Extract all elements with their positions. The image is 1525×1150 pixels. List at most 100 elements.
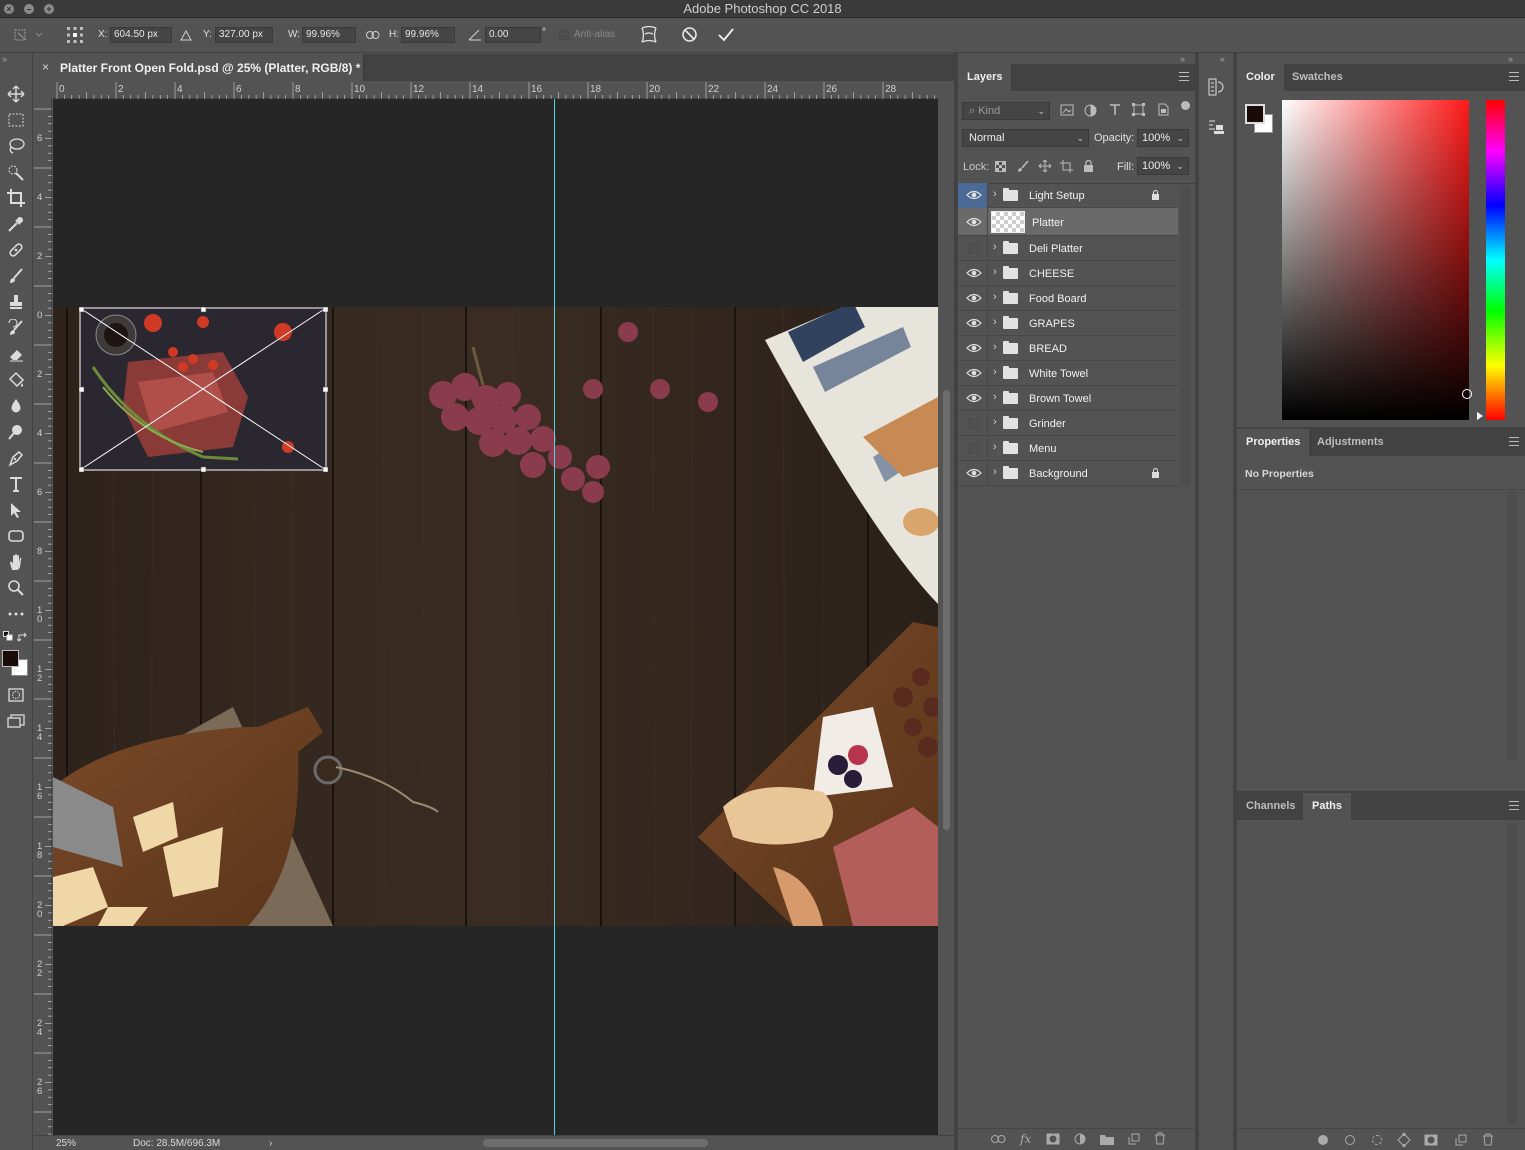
document-tab[interactable]: × Platter Front Open Fold.psd @ 25% (Pla…: [34, 54, 364, 81]
layer-name[interactable]: Food Board: [1029, 293, 1086, 305]
marquee-tool-icon[interactable]: [5, 109, 27, 131]
eraser-tool-icon[interactable]: [5, 343, 27, 365]
layer-row[interactable]: › Menu: [958, 436, 1178, 461]
quick-selection-tool-icon[interactable]: [5, 161, 27, 183]
zoom-tool-icon[interactable]: [5, 577, 27, 599]
color-panel-menu-icon[interactable]: [1509, 72, 1519, 81]
layer-filter-dropdown[interactable]: ⌕ Kind ⌄: [962, 102, 1050, 120]
fill-field[interactable]: 100% ⌄: [1137, 157, 1189, 175]
visibility-toggle[interactable]: [958, 336, 988, 361]
expand-group-chevron-icon[interactable]: ›: [993, 391, 997, 403]
brush-tool-icon[interactable]: [5, 265, 27, 287]
eye-icon[interactable]: [966, 317, 982, 329]
expand-group-chevron-icon[interactable]: ›: [993, 366, 997, 378]
filter-shape-icon[interactable]: [1132, 103, 1145, 116]
horizontal-scroll-thumb[interactable]: [483, 1139, 708, 1147]
eye-icon[interactable]: [966, 216, 982, 228]
expand-group-chevron-icon[interactable]: ›: [993, 466, 997, 478]
hidden-visibility-box[interactable]: [968, 443, 979, 454]
delete-layer-icon[interactable]: [1154, 1132, 1166, 1145]
expand-group-chevron-icon[interactable]: ›: [993, 316, 997, 328]
height-field[interactable]: 99.96%: [401, 27, 455, 43]
new-adjustment-layer-icon[interactable]: [1074, 1133, 1086, 1145]
vertical-ruler[interactable]: 64202468101214161820222426: [34, 99, 52, 1135]
layer-name[interactable]: Menu: [1029, 443, 1057, 455]
tab-adjustments[interactable]: Adjustments: [1308, 429, 1393, 456]
commit-transform-icon[interactable]: [717, 27, 735, 42]
lock-pixels-icon[interactable]: [1017, 160, 1029, 173]
document-canvas[interactable]: [53, 307, 938, 926]
warp-icon[interactable]: [640, 25, 658, 45]
screen-mode-icon[interactable]: [5, 710, 27, 732]
transform-tool-icon[interactable]: [14, 28, 44, 42]
visibility-toggle[interactable]: [958, 208, 988, 236]
make-work-path-icon[interactable]: [1397, 1133, 1411, 1147]
move-tool-icon[interactable]: [5, 83, 27, 105]
tab-swatches[interactable]: Swatches: [1283, 64, 1352, 91]
close-document-icon[interactable]: ×: [42, 60, 49, 74]
fill-path-icon[interactable]: [1318, 1135, 1328, 1145]
status-menu-arrow[interactable]: ›: [269, 1138, 272, 1149]
visibility-toggle[interactable]: [958, 411, 988, 436]
visibility-toggle[interactable]: [958, 286, 988, 311]
properties-scrollbar[interactable]: [1507, 491, 1517, 761]
visibility-toggle[interactable]: [958, 461, 988, 486]
layer-row[interactable]: › CHEESE: [958, 261, 1178, 286]
visibility-toggle[interactable]: [958, 436, 988, 461]
tab-layers[interactable]: Layers: [958, 64, 1012, 91]
swap-colors-icon[interactable]: [17, 632, 29, 643]
expand-group-chevron-icon[interactable]: ›: [993, 241, 997, 253]
healing-brush-tool-icon[interactable]: [5, 239, 27, 261]
visibility-toggle[interactable]: [958, 311, 988, 336]
expand-group-chevron-icon[interactable]: ›: [993, 291, 997, 303]
angle-icon[interactable]: [468, 29, 482, 41]
tab-paths[interactable]: Paths: [1303, 793, 1351, 820]
antialias-checkbox[interactable]: [559, 30, 569, 40]
layer-name[interactable]: BREAD: [1029, 343, 1067, 355]
eye-icon[interactable]: [966, 189, 982, 201]
path-selection-tool-icon[interactable]: [5, 499, 27, 521]
default-colors-icon[interactable]: [3, 631, 15, 643]
collapse-toolbar-icon[interactable]: »: [2, 54, 7, 64]
expand-group-chevron-icon[interactable]: ›: [993, 416, 997, 428]
stroke-path-icon[interactable]: [1345, 1135, 1355, 1145]
more-tools-icon[interactable]: [5, 603, 27, 625]
vertical-guide[interactable]: [554, 99, 555, 1135]
transform-bounding-box[interactable]: [79, 307, 328, 472]
layer-name[interactable]: GRAPES: [1029, 318, 1075, 330]
reference-point-icon[interactable]: [66, 26, 84, 44]
eye-icon[interactable]: [966, 292, 982, 304]
layer-row[interactable]: › Food Board: [958, 286, 1178, 311]
filter-smart-object-icon[interactable]: [1157, 103, 1169, 116]
layer-name[interactable]: Platter: [1032, 217, 1064, 229]
layer-thumbnail[interactable]: [991, 211, 1025, 233]
tab-color[interactable]: Color: [1237, 64, 1284, 91]
cancel-transform-icon[interactable]: [681, 26, 698, 43]
hidden-visibility-box[interactable]: [968, 418, 979, 429]
foreground-color-swatch[interactable]: [2, 650, 19, 667]
lock-transparent-icon[interactable]: [995, 161, 1006, 172]
properties-icon[interactable]: [1208, 119, 1224, 135]
layer-name[interactable]: CHEESE: [1029, 268, 1074, 280]
eye-icon[interactable]: [966, 342, 982, 354]
layer-name[interactable]: Brown Towel: [1029, 393, 1091, 405]
layer-name[interactable]: White Towel: [1029, 368, 1088, 380]
expand-group-chevron-icon[interactable]: ›: [993, 188, 997, 200]
zoom-level[interactable]: 25%: [56, 1138, 76, 1149]
properties-panel-menu-icon[interactable]: [1509, 437, 1519, 446]
hue-slider[interactable]: [1486, 100, 1505, 420]
load-path-as-selection-icon[interactable]: [1372, 1135, 1382, 1145]
opacity-field[interactable]: 100% ⌄: [1137, 129, 1189, 147]
lock-position-icon[interactable]: [1038, 159, 1052, 173]
history-brush-tool-icon[interactable]: [5, 317, 27, 339]
blur-tool-icon[interactable]: [5, 395, 27, 417]
layer-row[interactable]: › Brown Towel: [958, 386, 1178, 411]
filter-toggle-icon[interactable]: [1181, 101, 1190, 110]
filter-type-icon[interactable]: [1109, 103, 1121, 116]
lock-artboard-icon[interactable]: [1060, 160, 1073, 173]
lasso-tool-icon[interactable]: [5, 135, 27, 157]
layer-row[interactable]: › Background: [958, 461, 1178, 486]
eye-icon[interactable]: [966, 467, 982, 479]
layer-name[interactable]: Background: [1029, 468, 1088, 480]
visibility-toggle[interactable]: [958, 261, 988, 286]
